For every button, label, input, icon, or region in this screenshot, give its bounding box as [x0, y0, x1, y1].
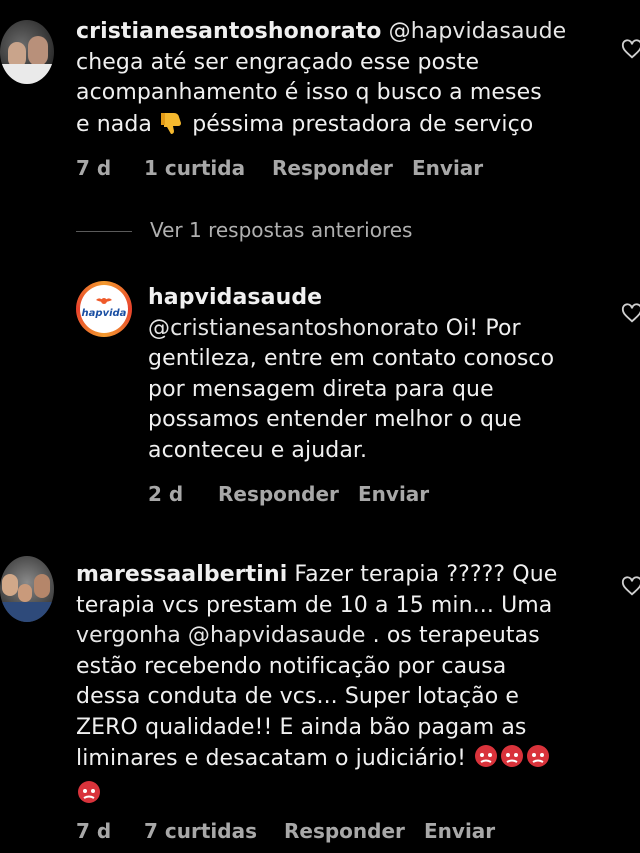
comment-text: liminares e desacatam o judiciário!	[76, 746, 467, 771]
likes-count[interactable]: 7 curtidas	[144, 819, 257, 843]
view-replies-label[interactable]: Ver 1 respostas anteriores	[150, 218, 412, 242]
comment-text: estão recebendo notificação por causa	[76, 653, 507, 679]
comment-text: por mensagem direta para que	[148, 376, 494, 402]
angry-face-emoji-icon	[525, 743, 551, 779]
logo-text: hapvida	[81, 308, 127, 319]
comment-meta: 7 d 7 curtidas Responder Enviar	[76, 819, 516, 845]
angry-face-emoji-icon	[499, 743, 525, 779]
comment-text: aconteceu e ajudar.	[148, 437, 368, 463]
mention-link[interactable]: @cristianesantoshonorato	[148, 316, 439, 341]
view-replies[interactable]: Ver 1 respostas anteriores	[76, 218, 476, 246]
mention-link[interactable]: @hapvidasaude	[389, 19, 567, 44]
reply-button[interactable]: Responder	[284, 819, 405, 843]
comment-text: . os terapeutas	[365, 623, 540, 648]
comment-body: hapvidasaude @cristianesantoshonorato Oi…	[148, 283, 608, 466]
divider	[76, 231, 132, 232]
timestamp: 7 d	[76, 156, 112, 180]
comment-body: maressaalbertini Fazer terapia ????? Que…	[76, 560, 616, 814]
reply-button[interactable]: Responder	[218, 482, 339, 506]
mention-link[interactable]: vergonha @hapvidasaude	[76, 623, 366, 648]
likes-count[interactable]: 1 curtida	[144, 156, 245, 180]
comment-meta: 2 d Responder Enviar	[148, 482, 448, 508]
comment-text: e nada	[76, 111, 152, 137]
comment-text: gentileza, entre em contato conosco	[148, 346, 555, 371]
thumbs-down-emoji-icon	[159, 109, 185, 145]
comment-meta: 7 d 1 curtida Responder Enviar	[76, 156, 496, 182]
username[interactable]: maressaalbertini	[76, 562, 287, 587]
avatar[interactable]	[0, 20, 54, 84]
timestamp: 2 d	[148, 482, 184, 506]
heart-icon[interactable]	[621, 575, 640, 597]
avatar[interactable]: hapvida	[76, 281, 132, 337]
heart-icon[interactable]	[621, 38, 640, 60]
reply-button[interactable]: Responder	[272, 156, 393, 180]
username[interactable]: cristianesantoshonorato	[76, 19, 382, 44]
comment-text: dessa conduta de vcs... Super lotação e	[76, 684, 520, 709]
send-button[interactable]: Enviar	[424, 819, 495, 843]
comment-text: péssima prestadora de serviço	[192, 111, 534, 137]
heart-icon[interactable]	[621, 302, 640, 324]
send-button[interactable]: Enviar	[358, 482, 429, 506]
comment-text: Fazer terapia ????? Que	[287, 562, 558, 587]
username[interactable]: hapvidasaude	[148, 285, 322, 310]
comment-text: ZERO qualidade!! E ainda bão pagam as	[76, 714, 527, 740]
comment-text: possamos entender melhor o que	[148, 407, 522, 432]
comment-body: cristianesantoshonorato @hapvidasaude ch…	[76, 17, 616, 144]
comment-text: acompanhamento é isso q busco a meses	[76, 80, 542, 105]
comment-text: chega até ser engraçado esse poste	[76, 49, 480, 75]
comment-text: terapia vcs prestam de 10 a 15 min... Um…	[76, 592, 553, 618]
avatar[interactable]	[0, 556, 54, 622]
timestamp: 7 d	[76, 819, 112, 843]
angry-face-emoji-icon	[76, 779, 102, 815]
send-button[interactable]: Enviar	[412, 156, 483, 180]
angry-face-emoji-icon	[473, 743, 499, 779]
comment-text: Oi! Por	[438, 315, 521, 341]
